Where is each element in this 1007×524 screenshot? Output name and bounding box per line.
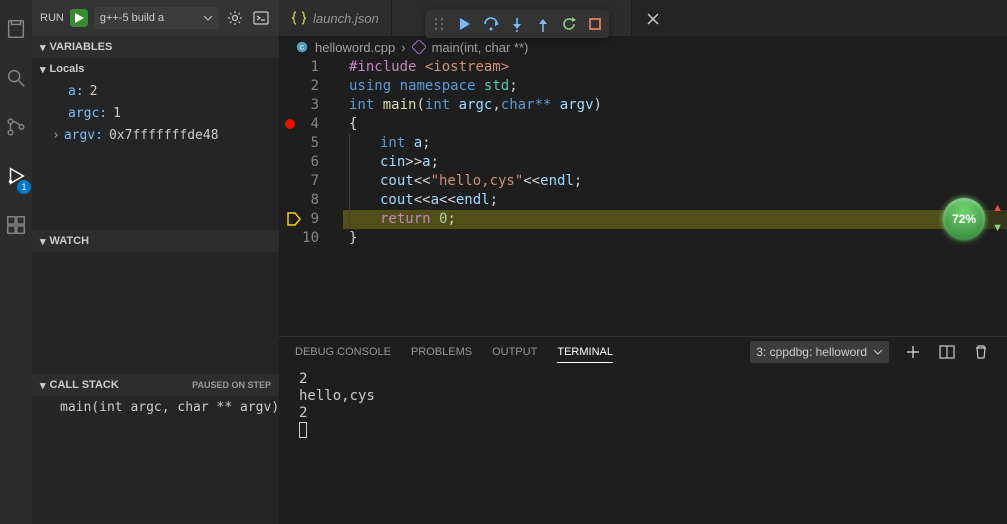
- callstack-status: PAUSED ON STEP: [192, 380, 271, 390]
- step-into-icon[interactable]: [509, 16, 525, 32]
- step-over-icon[interactable]: [483, 16, 499, 32]
- kill-terminal-button[interactable]: [971, 342, 991, 362]
- arrow-up-icon: ▲: [992, 202, 1003, 214]
- locals-header[interactable]: ▾ Locals: [32, 58, 279, 80]
- launch-config-select[interactable]: g++-5 build a: [94, 7, 219, 29]
- activity-bar: 1: [0, 0, 32, 524]
- debug-toolbar[interactable]: [425, 10, 609, 38]
- line-number-gutter: 1 2 3 4 5 6 7 8 9 10: [279, 58, 343, 336]
- variable-row[interactable]: argc: 1: [32, 102, 279, 124]
- callstack-title: CALL STACK: [50, 379, 119, 391]
- editor-area: launch.json C helloword.cpp › main(int, …: [279, 0, 1007, 524]
- run-label: RUN: [40, 12, 64, 24]
- breadcrumb[interactable]: C helloword.cpp › main(int, char **): [279, 36, 1007, 58]
- debug-badge: 1: [17, 180, 31, 194]
- run-header: RUN g++-5 build a: [32, 0, 279, 36]
- new-terminal-button[interactable]: [903, 342, 923, 362]
- code-editor[interactable]: 1 2 3 4 5 6 7 8 9 10 #include <iostream>…: [279, 58, 1007, 336]
- tab-launch-json[interactable]: launch.json: [279, 0, 392, 36]
- split-terminal-button[interactable]: [937, 342, 957, 362]
- terminal-cursor: [299, 422, 307, 438]
- tab-terminal[interactable]: TERMINAL: [557, 342, 613, 363]
- variables-list: a: 2 argc: 1 › argv: 0x7fffffffde48: [32, 80, 279, 230]
- debug-sidebar: RUN g++-5 build a ▾ VARIABLES ▾ Locals a…: [32, 0, 279, 524]
- terminal-select-label: 3: cppdbg: helloword: [756, 345, 867, 359]
- activity-run-debug[interactable]: 1: [5, 165, 27, 190]
- activity-explorer[interactable]: [5, 18, 27, 43]
- json-icon: [291, 10, 307, 26]
- variables-section-header[interactable]: ▾ VARIABLES: [32, 36, 279, 58]
- panel-tabs: DEBUG CONSOLE PROBLEMS OUTPUT TERMINAL 3…: [279, 337, 1007, 367]
- chevron-down-icon: ▾: [40, 41, 46, 54]
- percent-badge[interactable]: 72%: [943, 198, 985, 240]
- watch-list: [32, 252, 279, 374]
- svg-text:C: C: [300, 45, 305, 52]
- breadcrumb-file: helloword.cpp: [315, 40, 395, 55]
- callstack-section-header[interactable]: ▾ CALL STACK PAUSED ON STEP: [32, 374, 279, 396]
- code-content[interactable]: #include <iostream> using namespace std;…: [349, 58, 1007, 248]
- terminal-select[interactable]: 3: cppdbg: helloword: [750, 341, 889, 363]
- variable-row[interactable]: › argv: 0x7fffffffde48: [32, 124, 279, 146]
- continue-icon[interactable]: [457, 16, 473, 32]
- cpp-file-icon: C: [295, 40, 309, 54]
- variable-row[interactable]: a: 2: [32, 80, 279, 102]
- chevron-right-icon: ›: [401, 40, 405, 55]
- close-icon[interactable]: [644, 10, 662, 28]
- breadcrumb-symbol: main(int, char **): [432, 40, 529, 55]
- callstack-list: main(int argc, char ** argv): [32, 396, 279, 524]
- stop-icon[interactable]: [587, 16, 603, 32]
- start-debug-button[interactable]: [70, 9, 88, 27]
- scroll-indicator: ▲ ▼: [992, 202, 1003, 234]
- bottom-panel: DEBUG CONSOLE PROBLEMS OUTPUT TERMINAL 3…: [279, 336, 1007, 524]
- chevron-down-icon: ▾: [40, 63, 46, 76]
- debug-console-icon[interactable]: [251, 8, 271, 28]
- chevron-down-icon: ▾: [40, 379, 46, 392]
- step-out-icon[interactable]: [535, 16, 551, 32]
- tab-debug-console[interactable]: DEBUG CONSOLE: [295, 342, 391, 362]
- tab-problems[interactable]: PROBLEMS: [411, 342, 472, 362]
- tab-output[interactable]: OUTPUT: [492, 342, 537, 362]
- method-icon: [412, 40, 426, 54]
- arrow-down-icon: ▼: [992, 222, 1003, 234]
- launch-config-name: g++-5 build a: [100, 12, 164, 24]
- restart-icon[interactable]: [561, 16, 577, 32]
- variables-title: VARIABLES: [50, 41, 113, 53]
- chevron-down-icon: [873, 347, 883, 357]
- watch-section-header[interactable]: ▾ WATCH: [32, 230, 279, 252]
- chevron-down-icon: ▾: [40, 235, 46, 248]
- stack-frame[interactable]: main(int argc, char ** argv): [32, 396, 279, 418]
- editor-tabs: launch.json: [279, 0, 1007, 36]
- chevron-down-icon: [203, 13, 213, 23]
- activity-scm[interactable]: [5, 116, 27, 141]
- drag-handle-icon[interactable]: [431, 16, 447, 32]
- activity-search[interactable]: [5, 67, 27, 92]
- tab-label: launch.json: [313, 11, 379, 26]
- chevron-right-icon[interactable]: ›: [52, 128, 60, 143]
- terminal-output[interactable]: 2 hello,cys 2: [279, 367, 1007, 524]
- watch-title: WATCH: [50, 235, 90, 247]
- gear-icon[interactable]: [225, 8, 245, 28]
- activity-extensions[interactable]: [5, 214, 27, 239]
- locals-title: Locals: [50, 63, 85, 75]
